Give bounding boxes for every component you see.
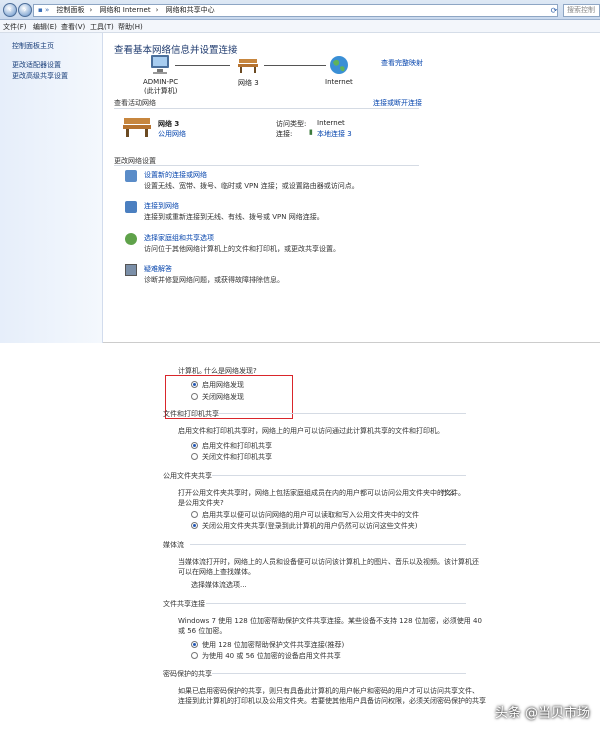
file-print-desc: 启用文件和打印机共享时，网络上的用户可以访问通过此计算机共享的文件和打印机。 bbox=[178, 427, 444, 435]
divider bbox=[114, 108, 419, 109]
divider bbox=[114, 165, 419, 166]
homegroup-sharing-link[interactable]: 选择家庭组和共享选项 bbox=[144, 233, 214, 243]
password-sharing-desc-2: 连接到此计算机的打印机以及公用文件夹。若要使其他用户具备访问权限，必须关闭密码保… bbox=[178, 697, 486, 705]
troubleshoot-desc: 诊断并修复网络问题，或获得故障排除信息。 bbox=[144, 276, 284, 284]
connection-line bbox=[264, 65, 326, 66]
connect-network-link[interactable]: 连接到网络 bbox=[144, 201, 179, 211]
password-sharing-header: 密码保护的共享 bbox=[163, 670, 212, 678]
bench-icon bbox=[238, 59, 258, 73]
file-sharing-conn-header: 文件共享连接 bbox=[163, 600, 205, 608]
public-folder-header: 公用文件夹共享 bbox=[163, 472, 212, 480]
file-print-header: 文件和打印机共享 bbox=[163, 410, 219, 418]
network-sharing-center-window: ‹ › ▪ » 控制面板 › 网络和 Internet › 网络和共享中心 ⟳ 搜索… bbox=[0, 0, 600, 343]
full-map-link[interactable]: 查看完整映射 bbox=[381, 58, 423, 68]
troubleshoot-icon bbox=[125, 264, 137, 276]
watermark: 头条 @当贝市场 bbox=[494, 706, 590, 721]
computer-icon bbox=[151, 55, 169, 74]
media-header: 媒体流 bbox=[163, 541, 184, 549]
connections-label: 连接: bbox=[276, 130, 293, 138]
menu-edit[interactable]: 编辑(E) bbox=[33, 22, 57, 32]
divider bbox=[206, 603, 466, 604]
public-folder-on-radio[interactable] bbox=[191, 511, 198, 518]
file-sharing-conn-desc-1: Windows 7 使用 128 位加密帮助保护文件共享连接。某些设备不支持 1… bbox=[178, 617, 482, 625]
breadcrumb-network-internet[interactable]: 网络和 Internet bbox=[100, 6, 151, 14]
sidebar-item-control-panel-home[interactable]: 控制面板主页 bbox=[12, 41, 54, 51]
forward-icon[interactable]: › bbox=[18, 3, 32, 17]
media-desc-2: 可以在网络上查找媒体。 bbox=[178, 568, 255, 576]
public-folder-desc: 打开公用文件夹共享时，网络上包括家庭组成员在内的用户都可以访问公用文件夹中的文件… bbox=[178, 489, 465, 497]
menu-file[interactable]: 文件(F) bbox=[3, 22, 27, 32]
active-network-name: 网络 3 bbox=[158, 120, 180, 128]
breadcrumb[interactable]: ▪ » 控制面板 › 网络和 Internet › 网络和共享中心 bbox=[33, 4, 558, 17]
what-is-public-folder-link-2[interactable]: 是公用文件夹? bbox=[178, 498, 224, 508]
active-networks-header: 查看活动网络 bbox=[114, 99, 156, 107]
password-sharing-desc-1: 如果已启用密码保护的共享，则只有具备此计算机的用户帐户和密码的用户才可以访问共享… bbox=[178, 687, 479, 695]
menu-view[interactable]: 查看(V) bbox=[61, 22, 85, 32]
bench-icon bbox=[123, 118, 151, 137]
new-connection-icon bbox=[125, 170, 137, 182]
media-options-link[interactable]: 选择媒体流选项... bbox=[191, 580, 247, 590]
search-input[interactable]: 搜索控制 bbox=[563, 4, 600, 17]
encryption-128-label: 使用 128 位加密帮助保护文件共享连接(推荐) bbox=[202, 641, 345, 649]
divider bbox=[212, 673, 466, 674]
discovery-off-radio[interactable] bbox=[191, 393, 198, 400]
homegroup-icon bbox=[125, 233, 137, 245]
sidebar-item-adapter-settings[interactable]: 更改适配器设置 bbox=[12, 60, 61, 70]
folder-icon: ▪ » bbox=[38, 6, 50, 14]
setup-connection-desc: 设置无线、宽带、拨号、临时或 VPN 连接；或设置路由器或访问点。 bbox=[144, 182, 359, 190]
discovery-on-label: 启用网络发现 bbox=[202, 381, 244, 389]
discovery-off-label: 关闭网络发现 bbox=[202, 393, 244, 401]
refresh-icon[interactable]: ⟳ bbox=[548, 4, 560, 17]
local-connection-link[interactable]: 本地连接 3 bbox=[317, 129, 352, 139]
back-icon[interactable]: ‹ bbox=[3, 3, 17, 17]
media-desc-1: 当媒体流打开时，网络上的人员和设备便可以访问该计算机上的图片、音乐以及视频。该计… bbox=[178, 558, 479, 566]
page-title: 查看基本网络信息并设置连接 bbox=[114, 45, 238, 56]
file-sharing-conn-desc-2: 或 56 位加密。 bbox=[178, 627, 227, 635]
connect-disconnect-link[interactable]: 连接或断开连接 bbox=[373, 98, 422, 108]
divider bbox=[190, 544, 466, 545]
encryption-40-56-radio[interactable] bbox=[191, 652, 198, 659]
encryption-128-radio[interactable] bbox=[191, 641, 198, 648]
breadcrumb-control-panel[interactable]: 控制面板 bbox=[57, 6, 85, 14]
globe-icon bbox=[330, 56, 348, 74]
encryption-40-56-label: 为使用 40 或 56 位加密的设备启用文件共享 bbox=[202, 652, 341, 660]
access-type-label: 访问类型: bbox=[276, 120, 307, 128]
access-type-value: Internet bbox=[317, 119, 345, 127]
troubleshoot-link[interactable]: 疑难解答 bbox=[144, 264, 172, 274]
public-folder-off-label: 关闭公用文件夹共享(登录到此计算机的用户仍然可以访问这些文件夹) bbox=[202, 522, 418, 530]
public-folder-on-label: 启用共享以便可以访问网络的用户可以读取和写入公用文件夹中的文件 bbox=[202, 511, 419, 519]
public-folder-off-radio[interactable] bbox=[191, 522, 198, 529]
menu-bar: 文件(F) 编辑(E) 查看(V) 工具(T) 帮助(H) bbox=[0, 20, 600, 33]
file-print-off-radio[interactable] bbox=[191, 453, 198, 460]
map-internet: Internet bbox=[325, 78, 353, 86]
computer-name: ADMIN-PC bbox=[143, 78, 179, 86]
sidebar-item-advanced-sharing[interactable]: 更改高级共享设置 bbox=[12, 71, 68, 81]
connect-network-icon bbox=[125, 201, 137, 213]
connection-line bbox=[175, 65, 230, 66]
map-network-name: 网络 3 bbox=[238, 79, 259, 87]
divider bbox=[218, 413, 466, 414]
discovery-on-radio[interactable] bbox=[191, 381, 198, 388]
breadcrumb-network-sharing-center[interactable]: 网络和共享中心 bbox=[166, 6, 215, 14]
menu-tools[interactable]: 工具(T) bbox=[90, 22, 114, 32]
file-print-off-label: 关闭文件和打印机共享 bbox=[202, 453, 272, 461]
file-print-on-radio[interactable] bbox=[191, 442, 198, 449]
address-bar: ‹ › ▪ » 控制面板 › 网络和 Internet › 网络和共享中心 ⟳ 搜索… bbox=[0, 0, 600, 20]
network-type-link[interactable]: 公用网络 bbox=[158, 129, 186, 139]
homegroup-sharing-desc: 访问位于其他网络计算机上的文件和打印机，或更改共享设置。 bbox=[144, 245, 340, 253]
connect-network-desc: 连接到或重新连接到无线、有线、拨号或 VPN 网络连接。 bbox=[144, 213, 324, 221]
ethernet-icon: ▮ bbox=[309, 128, 313, 136]
menu-help[interactable]: 帮助(H) bbox=[118, 22, 143, 32]
sidebar: 控制面板主页 更改适配器设置 更改高级共享设置 bbox=[0, 33, 103, 343]
divider bbox=[212, 475, 466, 476]
what-is-public-folder-link[interactable]: 什么 bbox=[441, 488, 455, 498]
computer-sub: (此计算机) bbox=[144, 87, 178, 95]
setup-connection-link[interactable]: 设置新的连接或网络 bbox=[144, 170, 207, 180]
file-print-on-label: 启用文件和打印机共享 bbox=[202, 442, 272, 450]
